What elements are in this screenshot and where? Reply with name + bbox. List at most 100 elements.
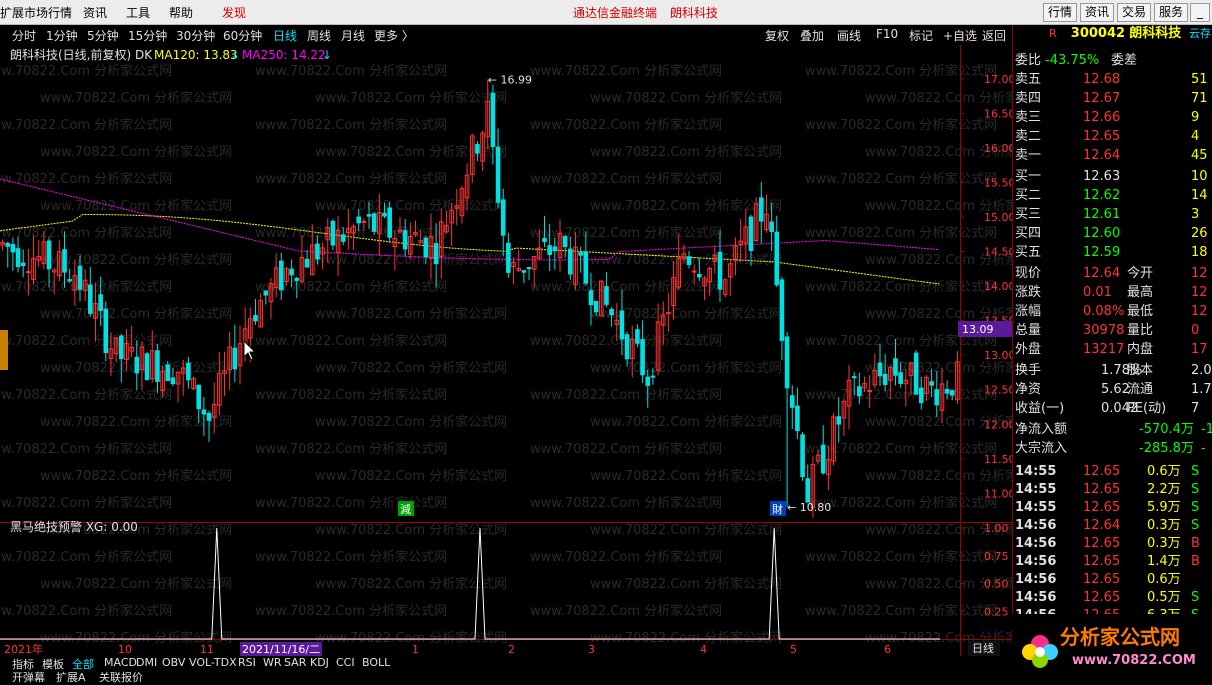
candle-down (795, 405, 800, 432)
price-tick-label: 11.00 (984, 487, 1012, 500)
price-tick-label: 13.00 (984, 349, 1012, 362)
cell: S (1191, 482, 1200, 497)
candle-down (371, 213, 377, 232)
candle-down (521, 270, 527, 273)
cell: 5.9万 (1147, 500, 1181, 515)
tab-15min[interactable]: 15分钟 (128, 27, 167, 44)
mark-button[interactable]: 标记 (909, 27, 933, 44)
menu-market[interactable]: 扩展市场行情 (0, 4, 72, 21)
quote-button[interactable]: 行情 (1043, 3, 1077, 22)
cell: 0 (1191, 323, 1200, 338)
candle-down (774, 231, 780, 286)
news-button[interactable]: 资讯 (1080, 3, 1114, 22)
draw-button[interactable]: 画线 (837, 27, 861, 44)
candle-down (877, 362, 883, 377)
menu-discover[interactable]: 发现 (222, 4, 246, 21)
tab-related-quote[interactable]: 关联报价 (99, 669, 143, 685)
ma250-line (0, 178, 940, 261)
candle-down (898, 372, 903, 385)
tab-more[interactable]: 更多 〉 (374, 27, 414, 44)
menu-help[interactable]: 帮助 (169, 4, 193, 21)
cell: 2.0 (1191, 363, 1212, 378)
cell: 买五 (1015, 245, 1042, 260)
menu-news[interactable]: 资讯 (83, 4, 107, 21)
minimize-icon[interactable]: _ (1190, 3, 1210, 22)
tab-cci[interactable]: CCI (336, 656, 355, 669)
candle-down (650, 375, 656, 378)
add-watchlist-button[interactable]: +自选 (943, 27, 977, 44)
tab-extend-a[interactable]: 扩展A (56, 669, 86, 685)
cell: 26 (1191, 226, 1208, 241)
cell: 9 (1191, 110, 1200, 125)
watermark-text: www.70822.Com 分析家公式网 (590, 306, 782, 322)
indicator-tick-label: 0.50 (984, 578, 1009, 591)
candle-down (356, 216, 362, 224)
f10-button[interactable]: F10 (876, 27, 898, 41)
menu-bar: 扩展市场行情 资讯 工具 帮助 发现 通达信金融终端 朗科科技 行情 资讯 交易… (0, 0, 1212, 25)
cloud-save-button[interactable]: 云存 (1189, 25, 1211, 43)
tab-daily[interactable]: 日线 (273, 27, 297, 44)
left-collapse-handle[interactable] (0, 330, 8, 370)
cell: 股本 (1127, 363, 1154, 378)
menu-tools[interactable]: 工具 (126, 4, 150, 21)
cell: 买四 (1015, 226, 1042, 241)
candle-down (562, 236, 568, 248)
watermark-text: www.70822.Com 分析家公式网 (315, 306, 507, 322)
time-axis-label: 5 (790, 643, 797, 656)
restore-rights-button[interactable]: 复权 (765, 27, 789, 44)
watermark-text: www.70822.Com 分析家公式网 (255, 63, 447, 79)
tab-weekly[interactable]: 周线 (307, 27, 331, 44)
tab-monthly[interactable]: 月线 (341, 27, 365, 44)
indicator-tick-label: 0.75 (984, 550, 1009, 563)
r-icon: R (1049, 27, 1057, 40)
candle-down (686, 256, 692, 265)
tab-wr[interactable]: WR (263, 656, 282, 669)
candle-down (717, 251, 723, 290)
cell: 13217 (1083, 342, 1125, 357)
time-axis-label: 4 (700, 643, 707, 656)
tab-60min[interactable]: 60分钟 (223, 27, 262, 44)
service-button[interactable]: 服务 (1154, 3, 1188, 22)
candle-down (289, 268, 294, 276)
cell: 12 (1191, 304, 1208, 319)
chart-canvas[interactable]: www.70822.Com 分析家公式网 www.70822.Com 分析家公式网… (0, 45, 1012, 656)
cell: 12.65 (1083, 590, 1121, 605)
watermark-text: www.70822.Com 分析家公式网 (805, 117, 997, 133)
cell: 买一 (1015, 169, 1042, 184)
price-tick-label: 11.50 (984, 453, 1012, 466)
tab-danmaku[interactable]: 开弹幕 (12, 669, 45, 685)
cell: -43.75% (1045, 53, 1100, 68)
kline-chart[interactable]: www.70822.Com 分析家公式网 www.70822.Com 分析家公式网… (0, 45, 1012, 660)
tab-kdj[interactable]: KDJ (310, 656, 329, 669)
cell: 总量 (1015, 323, 1042, 338)
candle-down (526, 267, 532, 270)
candle-down (77, 265, 83, 290)
tab-dmi[interactable]: DMI (136, 656, 157, 669)
tab-sar[interactable]: SAR (284, 656, 306, 669)
back-button[interactable]: 返回 (982, 27, 1006, 44)
tab-intraday[interactable]: 分时 (12, 27, 36, 44)
watermark-text: www.70822.Com 分析家公式网 (255, 333, 447, 349)
overlay-button[interactable]: 叠加 (800, 27, 824, 44)
candle-down (851, 376, 857, 379)
tab-30min[interactable]: 30分钟 (176, 27, 215, 44)
tab-rsi[interactable]: RSI (238, 656, 256, 669)
cell: S (1191, 518, 1200, 533)
trade-button[interactable]: 交易 (1117, 3, 1151, 22)
watermark-text: www.70822.Com 分析家公式网 (865, 90, 1012, 106)
watermark-text: www.70822.Com 分析家公式网 (590, 468, 782, 484)
watermark-text: www.70822.Com 分析家公式网 (530, 495, 722, 511)
tab-vol-tdx[interactable]: VOL-TDX (189, 656, 237, 669)
finance-marker: 財 (772, 502, 783, 516)
tab-obv[interactable]: OBV (162, 656, 185, 669)
candle-down (779, 279, 785, 341)
tab-macd[interactable]: MACD (104, 656, 137, 669)
candle-down (640, 339, 645, 376)
tab-boll[interactable]: BOLL (362, 656, 390, 669)
watermark-text: www.70822.Com 分析家公式网 (255, 279, 447, 295)
tab-5min[interactable]: 5分钟 (87, 27, 119, 44)
candle-down (423, 237, 429, 258)
watermark-text: www.70822.Com 分析家公式网 (590, 360, 782, 376)
tab-1min[interactable]: 1分钟 (46, 27, 78, 44)
ma250-label: MA250: 14.22 (242, 48, 326, 62)
